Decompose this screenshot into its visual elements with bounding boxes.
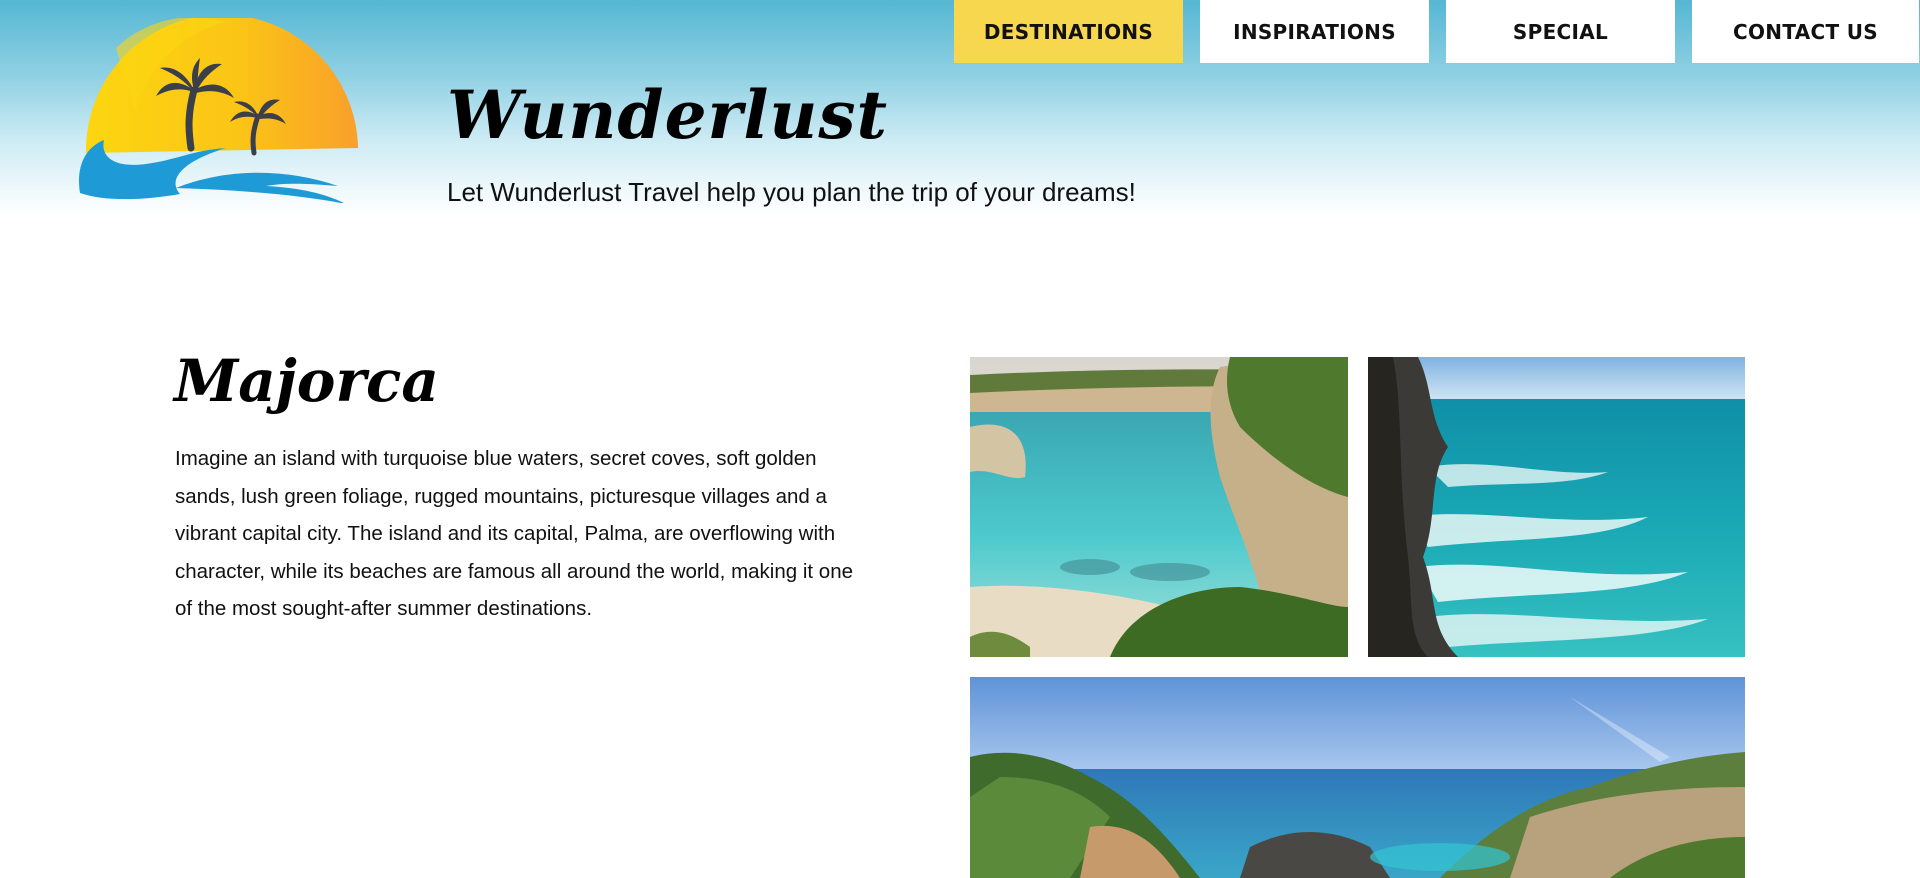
main-nav: DESTINATIONS INSPIRATIONS SPECIAL CONTAC… xyxy=(954,0,1919,63)
nav-item-destinations[interactable]: DESTINATIONS xyxy=(954,0,1183,63)
destination-description: Imagine an island with turquoise blue wa… xyxy=(175,447,854,620)
nav-item-special[interactable]: SPECIAL xyxy=(1446,0,1675,63)
page: Wunderlust Let Wunderlust Travel help yo… xyxy=(0,0,1920,878)
palm-sunset-logo-icon[interactable] xyxy=(76,14,376,204)
nav-item-contact-us[interactable]: CONTACT US xyxy=(1692,0,1919,63)
nav-item-inspirations[interactable]: INSPIRATIONS xyxy=(1200,0,1429,63)
site-title: Wunderlust xyxy=(447,76,889,154)
waves-photo xyxy=(1368,357,1745,657)
cove-photo xyxy=(970,357,1348,657)
destination-title: Majorca xyxy=(174,347,439,415)
site-tagline: Let Wunderlust Travel help you plan the … xyxy=(447,177,1136,207)
panorama-photo xyxy=(970,677,1745,878)
site-header: Wunderlust Let Wunderlust Travel help yo… xyxy=(0,0,1920,215)
